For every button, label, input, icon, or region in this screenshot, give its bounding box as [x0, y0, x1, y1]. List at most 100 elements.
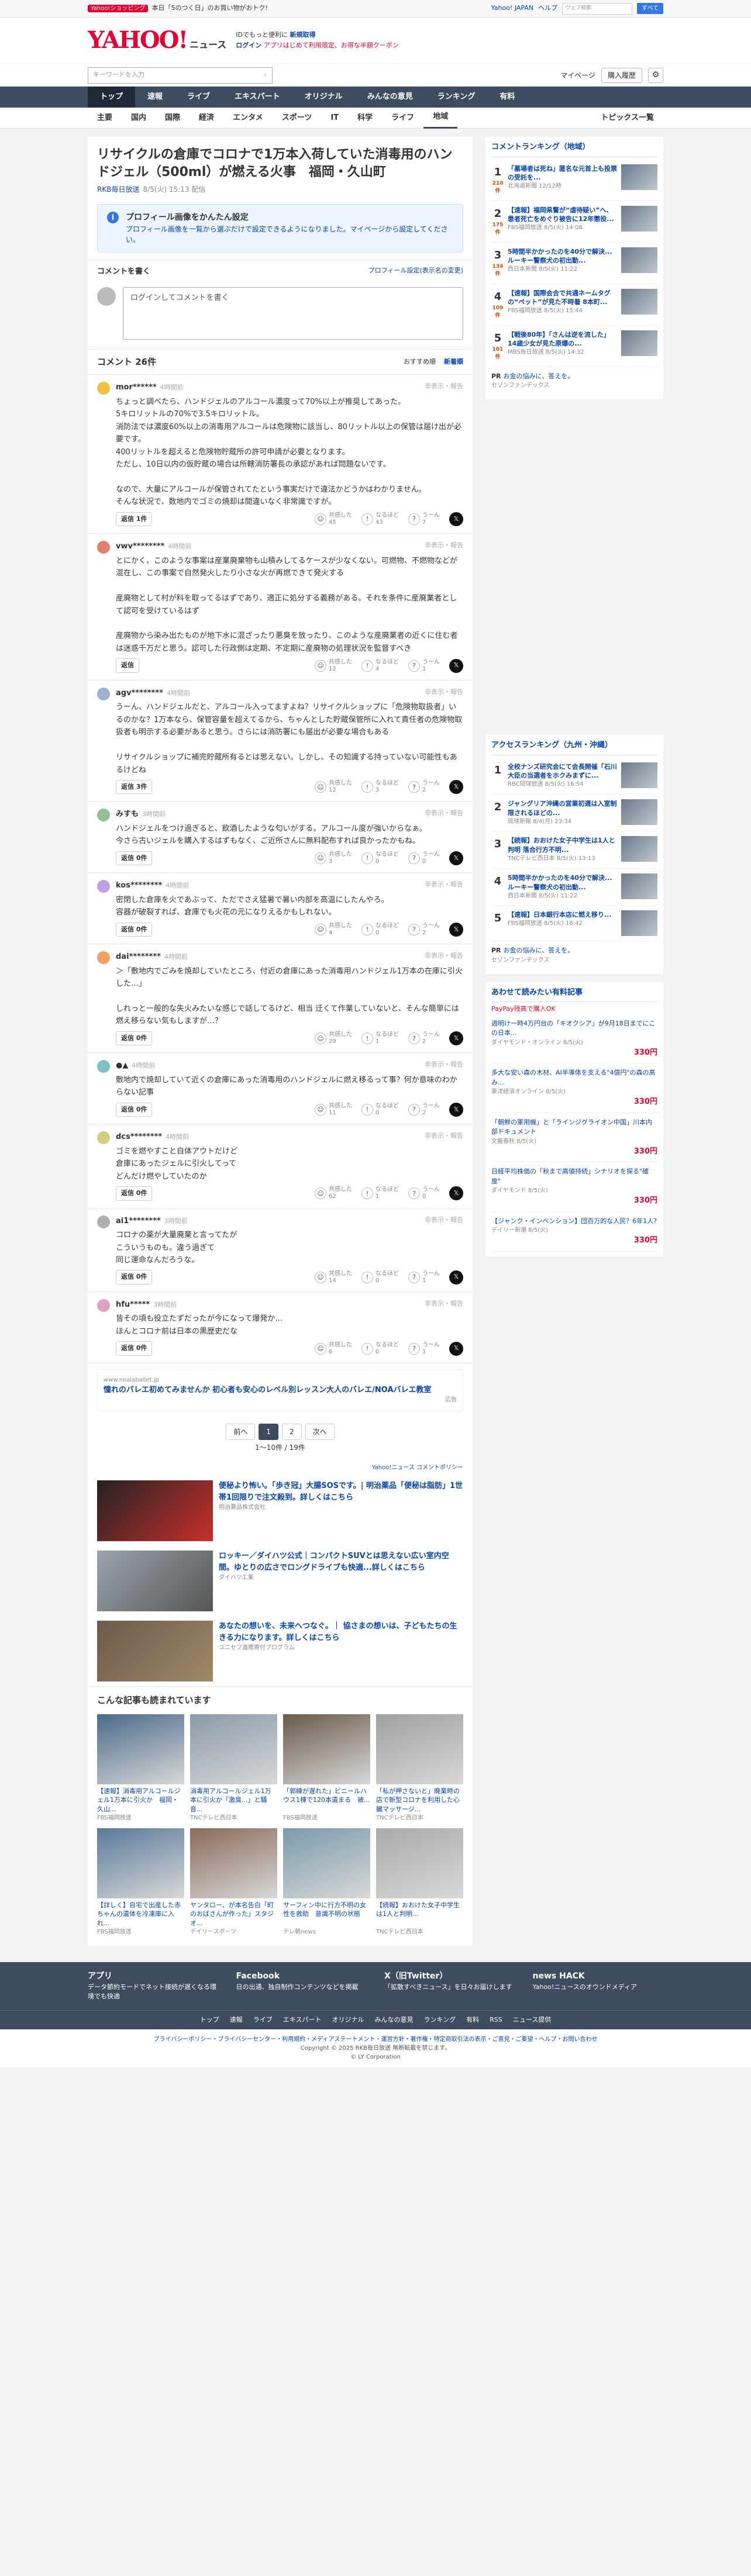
category-tab[interactable]: ライフ	[382, 108, 423, 129]
related-item[interactable]: 【速報】消毒用アルコールジェル1万本に引火か 福岡・久山... FBS福岡放送	[97, 1714, 184, 1822]
purchase-history-button[interactable]: 購入履歴	[601, 67, 642, 83]
reaction-insight[interactable]: ! なるほど 0	[361, 1270, 399, 1284]
related-item[interactable]: 【詳しく】自宅で出産した赤ちゃんの遺体を冷凍庫に入れ... FBS福岡放送	[97, 1828, 184, 1936]
x-share-icon[interactable]: 𝕏	[449, 851, 463, 866]
related-title[interactable]: ヤンタロー、が本名告白「町のおばさんが作った」スタジオ...	[190, 1901, 277, 1928]
reaction-maybe[interactable]: ? うーん 2	[408, 1103, 440, 1117]
next-page[interactable]: 次へ	[305, 1424, 335, 1441]
reply-button[interactable]: 返信 3件	[116, 779, 153, 795]
ranking-title[interactable]: 【速報】日本銀行本店に燃え移り...	[508, 911, 612, 918]
footer-link[interactable]: 有料	[466, 2015, 479, 2025]
ranking-item[interactable]: 3 【続報】おおけた女子中学生は1人と判明 落合行方不明... TNCテレビ西日本 …	[491, 831, 657, 869]
ranking-item[interactable]: 2 ジャングリア沖縄の営業初週は入室制限されるほどの... 琉球新報 8/4(月) …	[491, 795, 657, 832]
page-1[interactable]: 1	[259, 1424, 278, 1441]
reaction-insight[interactable]: ! なるほど 0	[361, 851, 399, 865]
related-thumbnail[interactable]	[283, 1714, 370, 1784]
link-help[interactable]: ヘルプ	[538, 4, 557, 13]
paid-title[interactable]: 多大な安い森の木材、AI半導体を支える"4億円"の森の高み...	[491, 1068, 657, 1087]
report-link[interactable]: 非表示・報告	[425, 1060, 463, 1072]
newshack-link[interactable]: news HACK Yahoo!ニュースのオウンドメディア	[533, 1970, 664, 2002]
x-share-icon[interactable]: 𝕏	[449, 512, 463, 527]
category-tab[interactable]: IT	[321, 108, 348, 129]
nav-tab[interactable]: オリジナル	[292, 87, 355, 108]
ranking-item[interactable]: 2 175件 【速報】福岡県警が“虐待疑い”へ、患者死亡をめぐり被告に12年懲役..…	[491, 201, 657, 243]
ranking-title[interactable]: 【続報】おおけた女子中学生は1人と判明 落合行方不明...	[508, 837, 615, 854]
paid-article[interactable]: 【ジャンク・インベンション】団百万的な人民？6年1人? デイリー新潮 8/5(火)…	[491, 1212, 657, 1252]
ad-item[interactable]: あなたの想いを、未来へつなぐ。｜ 協さまの想いは、子どもたちの生きる力になります…	[88, 1616, 473, 1686]
reaction-maybe[interactable]: ? うーん 2	[408, 923, 440, 937]
footer-link[interactable]: ライブ	[253, 2015, 273, 2025]
reaction-empathy[interactable]: ☺ 共感した 3	[315, 851, 352, 865]
reaction-maybe[interactable]: ? うーん 1	[408, 1270, 440, 1284]
text-ad[interactable]: www.noalaballet.jp 憧れのバレエ初めてみませんか 初心者も安心…	[97, 1369, 463, 1411]
logo[interactable]: YAHOO! ニュース	[88, 29, 226, 52]
category-tab[interactable]: 科学	[348, 108, 382, 129]
article-title[interactable]: リサイクルの倉庫でコロナで1万本入荷していた消毒用のハンドジェル（500ml）が…	[88, 137, 473, 184]
mypage-link[interactable]: マイページ	[560, 70, 595, 81]
ranking-item[interactable]: 4 5時間半かかったのを40分で解決...ルーキー警察犬の初出動... 西日本新聞 …	[491, 869, 657, 906]
x-share-icon[interactable]: 𝕏	[449, 1270, 463, 1284]
reaction-insight[interactable]: ! なるほど 1	[361, 1031, 399, 1045]
comment-user[interactable]: hfu*****	[116, 1300, 150, 1309]
report-link[interactable]: 非表示・報告	[425, 1299, 463, 1311]
reaction-insight[interactable]: ! なるほど 1	[361, 1186, 399, 1200]
reply-button[interactable]: 返信 0件	[116, 922, 153, 937]
x-share-icon[interactable]: 𝕏	[449, 922, 463, 937]
related-thumbnail[interactable]	[190, 1828, 277, 1898]
paid-title[interactable]: 【ジャンク・インベンション】団百万的な人民？6年1人?	[491, 1217, 657, 1227]
related-item[interactable]: 「郭練が遅れた」ビニールハウス1棟で120本遺まる 被... FBS福岡放送	[283, 1714, 370, 1822]
register-link[interactable]: 新規取得	[290, 31, 316, 39]
report-link[interactable]: 非表示・報告	[425, 809, 463, 820]
ad-title[interactable]: ロッキー／ダイハツ公式｜コンパクトSUVとは思えない広い室内空間。ゆとりの広さで…	[219, 1552, 449, 1572]
ad-image[interactable]	[97, 1621, 213, 1682]
news-search-input[interactable]: キーワードを入力 ⌕	[88, 67, 273, 84]
reply-button[interactable]: 返信 0件	[116, 1031, 153, 1046]
paid-title[interactable]: 「朝鮮の軍用機」と「ラインジグライオン中国」川本内部ドキュメント	[491, 1118, 657, 1137]
ad-item[interactable]: ロッキー／ダイハツ公式｜コンパクトSUVとは思えない広い室内空間。ゆとりの広さで…	[88, 1546, 473, 1616]
related-item[interactable]: サーフィン中に行方不明の女性を救助 意識不明の状態 テレ朝news	[283, 1828, 370, 1936]
ranking-item[interactable]: 4 109件 【速報】国際会合で共通ネームタグの“ペット”が見た不時着 8本町...…	[491, 284, 657, 326]
paid-title[interactable]: 週明け一時4万円台の「キオクシア」が9月18日までにこの日本...	[491, 1019, 657, 1038]
x-share-icon[interactable]: 𝕏	[449, 1103, 463, 1117]
comment-input[interactable]: ログインしてコメントを書く	[123, 286, 463, 340]
comment-user[interactable]: kos********	[116, 881, 162, 890]
app-link[interactable]: アプリ データ節約モードでネット接続が遅くなる環境でも快適	[88, 1970, 219, 2002]
x-share-icon[interactable]: 𝕏	[449, 1031, 463, 1046]
x-share-icon[interactable]: 𝕏	[449, 1186, 463, 1201]
report-link[interactable]: 非表示・報告	[425, 541, 463, 553]
nav-tab[interactable]: 有料	[487, 87, 527, 108]
ad-title[interactable]: あなたの想いを、未来へつなぐ。｜ 協さまの想いは、子どもたちの生きる力になります…	[219, 1622, 457, 1642]
reply-button[interactable]: 返信 0件	[116, 1270, 153, 1284]
ranking-title[interactable]: ジャングリア沖縄の営業初週は入室制限されるほどの...	[508, 800, 616, 817]
paid-article[interactable]: 週明け一時4万円台の「キオクシア」が9月18日までにこの日本... ダイヤモンド・…	[491, 1014, 657, 1063]
report-link[interactable]: 非表示・報告	[425, 382, 463, 393]
reaction-maybe[interactable]: ? うーん 7	[408, 512, 440, 526]
link-yahoo-japan[interactable]: Yahoo! JAPAN	[491, 4, 534, 13]
category-tab-active[interactable]: 地域	[423, 108, 458, 129]
footer-link[interactable]: トップ	[200, 2015, 219, 2025]
nav-tab[interactable]: ライブ	[175, 87, 222, 108]
category-tab[interactable]: 国際	[156, 108, 190, 129]
promo[interactable]: Yahoo!ショッピング 本日「5のつく日」のお買い物がおトク!	[88, 4, 268, 13]
comment-user[interactable]: みすも	[116, 810, 139, 819]
reaction-insight[interactable]: ! なるほど 3	[361, 780, 399, 794]
ranking-title[interactable]: 【速報】福岡県警が“虐待疑い”へ、患者死亡をめぐり被告に12年懲役...	[508, 206, 614, 223]
comment-user[interactable]: agv********	[116, 689, 163, 697]
paid-article[interactable]: 日経平均株価の「秋まで高値持続」シナリオを探る"確度" ダイヤモンド 8/5(火)…	[491, 1162, 657, 1212]
related-item[interactable]: 消毒用アルコールジェル1万本に引火か「激臭...」と騒音... TNCテレビ西日本	[190, 1714, 277, 1822]
reply-button[interactable]: 返信 0件	[116, 1186, 153, 1201]
related-title[interactable]: 「郭練が遅れた」ビニールハウス1棟で120本遺まる 被...	[283, 1787, 370, 1814]
ad-title[interactable]: 便秘より怖い。「歩き冠」大腸SOSです。| 明治薬品「便秘は脂肪」1世帯1回限り…	[219, 1482, 463, 1502]
related-item[interactable]: 「私が押さないと」廃業時の店で新型コロナを利用した心臓マッサージ... TNCテレ…	[376, 1714, 463, 1822]
web-search-input[interactable]: ウェブ検索	[562, 2, 633, 15]
reaction-empathy[interactable]: ☺ 共感した 12	[315, 780, 352, 794]
report-link[interactable]: 非表示・報告	[425, 951, 463, 963]
report-link[interactable]: 非表示・報告	[425, 1131, 463, 1143]
footer-link[interactable]: RSS	[490, 2015, 502, 2025]
pr-item[interactable]: PR お金の悩みに、答えを。 セゾンファンデックス	[491, 941, 657, 969]
nav-tab[interactable]: みんなの意見	[355, 87, 425, 108]
comment-user[interactable]: dcs********	[116, 1132, 162, 1141]
category-tab[interactable]: エンタメ	[223, 108, 273, 129]
ranking-title[interactable]: 全校ナンズ研究会にて会長開催「石川大臣の当選者をホクみまずに...	[508, 763, 617, 780]
related-item[interactable]: ヤンタロー、が本名告白「町のおばさんが作った」スタジオ... デイリースポーツ	[190, 1828, 277, 1936]
